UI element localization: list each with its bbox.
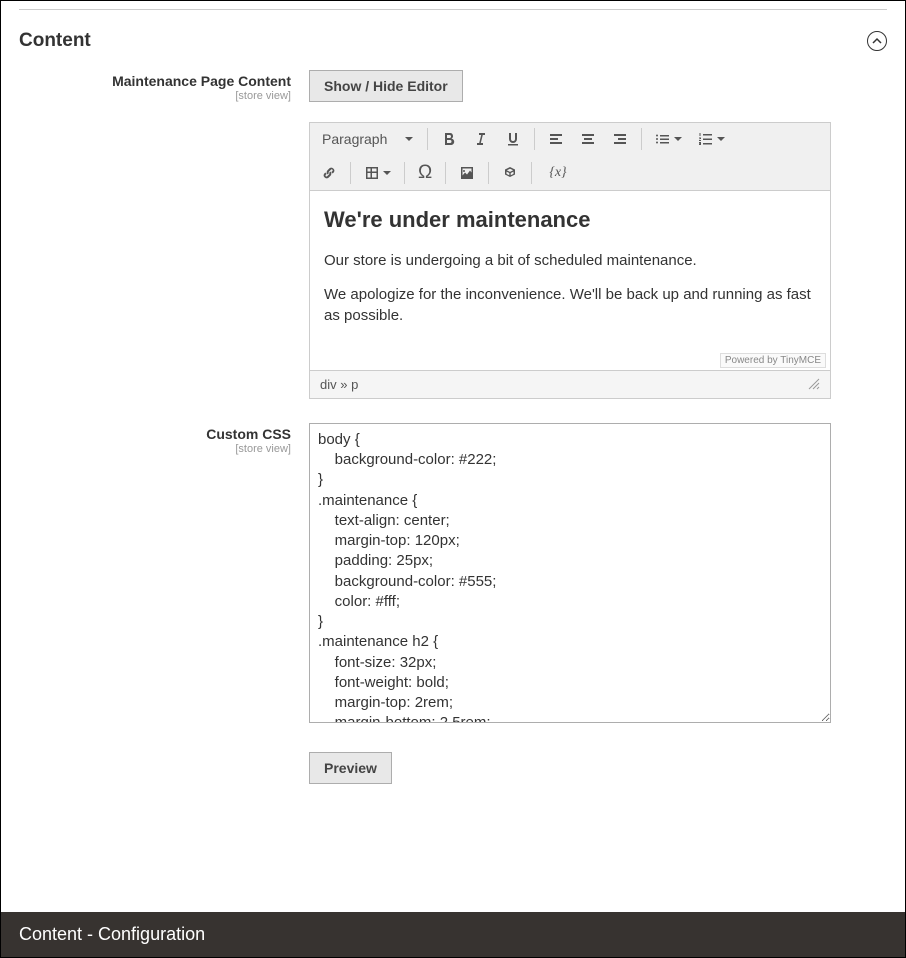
separator [531, 162, 532, 184]
align-left-button[interactable] [541, 125, 571, 153]
separator [488, 162, 489, 184]
footer-title-bar: Content - Configuration [1, 912, 905, 957]
field-preview: Preview [19, 752, 887, 784]
image-button[interactable] [452, 159, 482, 187]
separator [427, 128, 428, 150]
bullet-list-button[interactable] [648, 125, 689, 153]
numbered-list-button[interactable] [691, 125, 732, 153]
wysiwyg-editor: Paragraph [309, 122, 831, 399]
field-label: Custom CSS [19, 426, 291, 442]
separator [445, 162, 446, 184]
widget-button[interactable] [495, 159, 525, 187]
separator [534, 128, 535, 150]
chevron-down-icon [674, 137, 682, 141]
editor-toolbar: Paragraph [310, 123, 830, 191]
field-maintenance-content: Maintenance Page Content [store view] Sh… [19, 70, 887, 399]
chevron-down-icon [717, 137, 725, 141]
custom-css-textarea[interactable] [309, 423, 831, 723]
divider [19, 9, 887, 10]
chevron-down-icon [405, 137, 413, 141]
element-path[interactable]: div » p [320, 377, 358, 392]
format-label: Paragraph [322, 131, 387, 147]
link-button[interactable] [314, 159, 344, 187]
content-paragraph: We apologize for the inconvenience. We'l… [324, 285, 816, 326]
underline-button[interactable] [498, 125, 528, 153]
section-header[interactable]: Content [19, 26, 887, 70]
align-right-button[interactable] [605, 125, 635, 153]
italic-button[interactable] [466, 125, 496, 153]
editor-status-bar: div » p [310, 370, 830, 398]
format-dropdown[interactable]: Paragraph [314, 125, 421, 153]
section-title: Content [19, 30, 91, 52]
special-char-button[interactable]: Ω [411, 157, 439, 188]
editor-content-area[interactable]: We're under maintenance Our store is und… [310, 191, 830, 370]
bold-button[interactable] [434, 125, 464, 153]
content-paragraph: Our store is undergoing a bit of schedul… [324, 251, 816, 271]
separator [404, 162, 405, 184]
footer-title: Content - Configuration [19, 924, 205, 944]
show-hide-editor-button[interactable]: Show / Hide Editor [309, 70, 463, 102]
collapse-icon[interactable] [867, 31, 887, 51]
align-center-button[interactable] [573, 125, 603, 153]
field-label: Maintenance Page Content [19, 73, 291, 89]
field-scope: [store view] [19, 90, 291, 102]
variable-button[interactable]: {x} [538, 159, 577, 187]
resize-handle-icon[interactable] [808, 378, 820, 390]
powered-by-label: Powered by TinyMCE [720, 353, 826, 368]
separator [350, 162, 351, 184]
content-heading: We're under maintenance [324, 207, 816, 233]
field-custom-css: Custom CSS [store view] [19, 423, 887, 728]
preview-button[interactable]: Preview [309, 752, 392, 784]
chevron-down-icon [383, 171, 391, 175]
separator [641, 128, 642, 150]
table-button[interactable] [357, 159, 398, 187]
field-scope: [store view] [19, 443, 291, 455]
